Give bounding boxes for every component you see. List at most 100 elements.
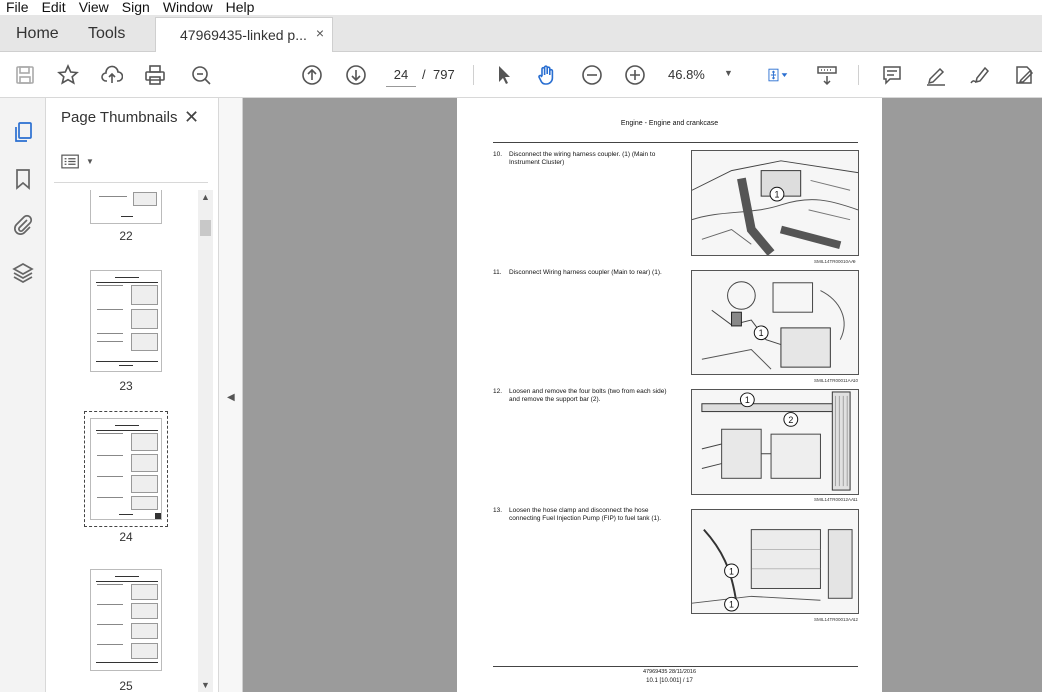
scroll-up-arrow-icon[interactable]: ▲ xyxy=(201,192,210,202)
upload-cloud-icon[interactable] xyxy=(100,63,124,87)
menu-view[interactable]: View xyxy=(73,0,116,15)
tab-document[interactable]: 47969435-linked p... × xyxy=(155,17,333,53)
step-number: 10. xyxy=(493,151,503,158)
left-navigation-rail xyxy=(0,98,46,692)
sign-icon[interactable] xyxy=(968,63,992,87)
panel-title: Page Thumbnails xyxy=(61,109,178,126)
figure-number: 11 xyxy=(853,497,858,502)
callout-label: 1 xyxy=(759,328,764,338)
figure-caption: SMIL14TR00013AA xyxy=(814,617,855,622)
figure-number: 12 xyxy=(853,617,859,622)
document-viewport[interactable]: Engine - Engine and crankcase 10. Discon… xyxy=(243,98,1042,692)
zoom-out-icon[interactable] xyxy=(580,63,604,87)
panel-divider xyxy=(54,182,208,183)
tab-home[interactable]: Home xyxy=(16,25,59,43)
step-text: Loosen the hose clamp and disconnect the… xyxy=(509,507,662,522)
figure-image: 1 1 xyxy=(691,509,859,614)
callout-label: 1 xyxy=(729,600,734,610)
comment-icon[interactable] xyxy=(880,63,904,87)
step-item: 11. Disconnect Wiring harness coupler (M… xyxy=(493,269,679,277)
figure-number: 10 xyxy=(853,378,859,383)
page-thumbnail-24[interactable] xyxy=(90,418,162,520)
page-separator: / xyxy=(422,67,426,82)
zoom-level-value: 46.8% xyxy=(668,67,705,82)
menu-edit[interactable]: Edit xyxy=(36,0,73,15)
next-page-icon[interactable] xyxy=(344,63,368,87)
scroll-down-arrow-icon[interactable]: ▼ xyxy=(201,680,210,690)
page-thumbnail-23[interactable] xyxy=(90,270,162,372)
page-thumbnails-icon[interactable] xyxy=(11,120,35,144)
step-text: Disconnect Wiring harness coupler (Main … xyxy=(509,269,662,276)
hand-tool-icon[interactable] xyxy=(535,63,559,87)
page-thumbnail-22[interactable] xyxy=(90,190,162,224)
options-list-icon xyxy=(61,154,79,168)
toolbar-divider xyxy=(473,65,474,85)
figure-image: 1 2 xyxy=(691,389,859,495)
step-item: 12. Loosen and remove the four bolts (tw… xyxy=(493,388,679,404)
footer-rule xyxy=(493,666,858,667)
zoom-search-icon[interactable] xyxy=(189,63,213,87)
zoom-in-icon[interactable] xyxy=(623,63,647,87)
tab-bar: Home Tools 47969435-linked p... × xyxy=(0,15,1042,53)
panel-collapse-handle[interactable]: ◀ xyxy=(219,98,243,692)
menu-bar: File Edit View Sign Window Help xyxy=(0,0,1042,15)
step-number: 13. xyxy=(493,507,503,514)
step-item: 10. Disconnect the wiring harness couple… xyxy=(493,151,679,167)
wiring-harness-drawing: 1 xyxy=(692,151,858,255)
callout-label: 2 xyxy=(788,415,793,425)
page-header: Engine - Engine and crankcase xyxy=(620,120,719,127)
layers-icon[interactable] xyxy=(11,261,35,285)
menu-help[interactable]: Help xyxy=(220,0,262,15)
pdf-page: Engine - Engine and crankcase 10. Discon… xyxy=(457,98,882,692)
step-number: 12. xyxy=(493,388,503,395)
attachment-icon[interactable] xyxy=(11,213,35,237)
close-panel-icon[interactable]: ✕ xyxy=(184,107,199,128)
thumbnail-scrollbar[interactable]: ▲ ▼ xyxy=(198,190,213,692)
step-text: Disconnect the wiring harness coupler. (… xyxy=(509,151,656,166)
scroll-mode-icon[interactable] xyxy=(815,63,839,87)
header-rule xyxy=(493,142,858,143)
select-cursor-icon[interactable] xyxy=(492,63,516,87)
menu-file[interactable]: File xyxy=(0,0,36,15)
page-thumbnails-panel: Page Thumbnails ✕ ▼ 22 23 24 25 ▲ ▼ xyxy=(46,98,219,692)
thumbnail-label-25: 25 xyxy=(119,679,133,692)
previous-page-icon[interactable] xyxy=(300,63,324,87)
tab-tools[interactable]: Tools xyxy=(88,25,125,43)
menu-window[interactable]: Window xyxy=(157,0,220,15)
menu-sign[interactable]: Sign xyxy=(116,0,157,15)
bookmark-icon[interactable] xyxy=(11,167,35,191)
thumbnail-label-24: 24 xyxy=(119,530,133,544)
save-icon[interactable] xyxy=(13,63,37,87)
fit-page-icon[interactable] xyxy=(760,63,796,87)
page-thumbnail-25[interactable] xyxy=(90,569,162,671)
support-bar-drawing: 1 2 xyxy=(692,390,858,494)
step-number: 11. xyxy=(493,269,502,276)
page-footer-doc-id: 47969435 28/11/2016 xyxy=(642,669,697,675)
chevron-down-icon: ▼ xyxy=(86,156,94,166)
thumbnail-view-marker xyxy=(155,513,161,519)
highlight-pen-icon[interactable] xyxy=(924,63,948,87)
page-footer-section: 10.1 [10.001] / 17 xyxy=(646,678,693,684)
figure-caption: SMIL14TR00011AA xyxy=(814,378,854,383)
callout-label: 1 xyxy=(729,566,734,576)
scrollbar-thumb[interactable] xyxy=(200,220,211,236)
page-number-input[interactable]: 24 xyxy=(386,61,416,87)
zoom-level-select[interactable]: 46.8% ▼ xyxy=(668,67,738,82)
figure-image: 1 xyxy=(691,150,859,256)
callout-label: 1 xyxy=(745,395,750,405)
print-icon[interactable] xyxy=(143,63,167,87)
toolbar: 24 / 797 46.8% ▼ xyxy=(0,52,1042,98)
step-text: Loosen and remove the four bolts (two fr… xyxy=(509,388,667,403)
collapse-arrow-icon: ◀ xyxy=(227,392,235,403)
figure-caption: SMIL14TR00010AA xyxy=(814,259,855,264)
tab-document-label: 47969435-linked p... xyxy=(180,27,307,43)
engine-harness-drawing: 1 xyxy=(692,271,858,374)
edit-pdf-icon[interactable] xyxy=(1012,63,1036,87)
figure-number: 9 xyxy=(853,259,856,264)
figure-image: 1 xyxy=(691,270,859,375)
step-item: 13. Loosen the hose clamp and disconnect… xyxy=(493,507,679,523)
close-tab-icon[interactable]: × xyxy=(316,25,324,41)
star-icon[interactable] xyxy=(56,63,80,87)
thumbnail-options-button[interactable]: ▼ xyxy=(61,151,97,171)
figure-caption: SMIL14TR00012AA xyxy=(814,497,855,502)
